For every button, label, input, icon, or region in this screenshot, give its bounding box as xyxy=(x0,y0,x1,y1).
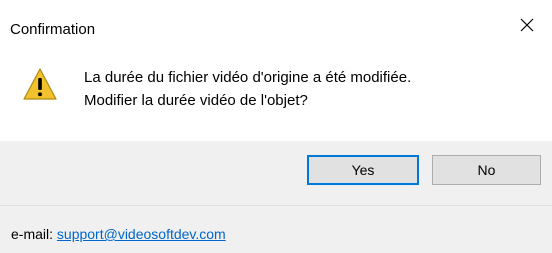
email-link[interactable]: support@videosoftdev.com xyxy=(57,226,226,242)
footer-text: e-mail: support@videosoftdev.com xyxy=(11,226,226,242)
email-label: e-mail: xyxy=(11,226,54,242)
title-bar: Confirmation xyxy=(0,0,552,42)
message-line-2: Modifier la durée vidéo de l'objet? xyxy=(84,92,308,109)
message-text: La durée du fichier vidéo d'origine a ét… xyxy=(84,66,411,112)
close-button[interactable] xyxy=(502,8,552,42)
no-button[interactable]: No xyxy=(432,155,541,185)
message-line-1: La durée du fichier vidéo d'origine a ét… xyxy=(84,69,412,86)
dialog-title: Confirmation xyxy=(10,21,96,38)
yes-button[interactable]: Yes xyxy=(307,155,419,185)
footer: e-mail: support@videosoftdev.com xyxy=(0,206,552,253)
button-bar: Yes No xyxy=(0,141,552,206)
confirmation-dialog: Confirmation La durée du fichier vidéo d… xyxy=(0,0,552,253)
close-icon xyxy=(520,18,534,32)
warning-icon xyxy=(23,68,57,100)
